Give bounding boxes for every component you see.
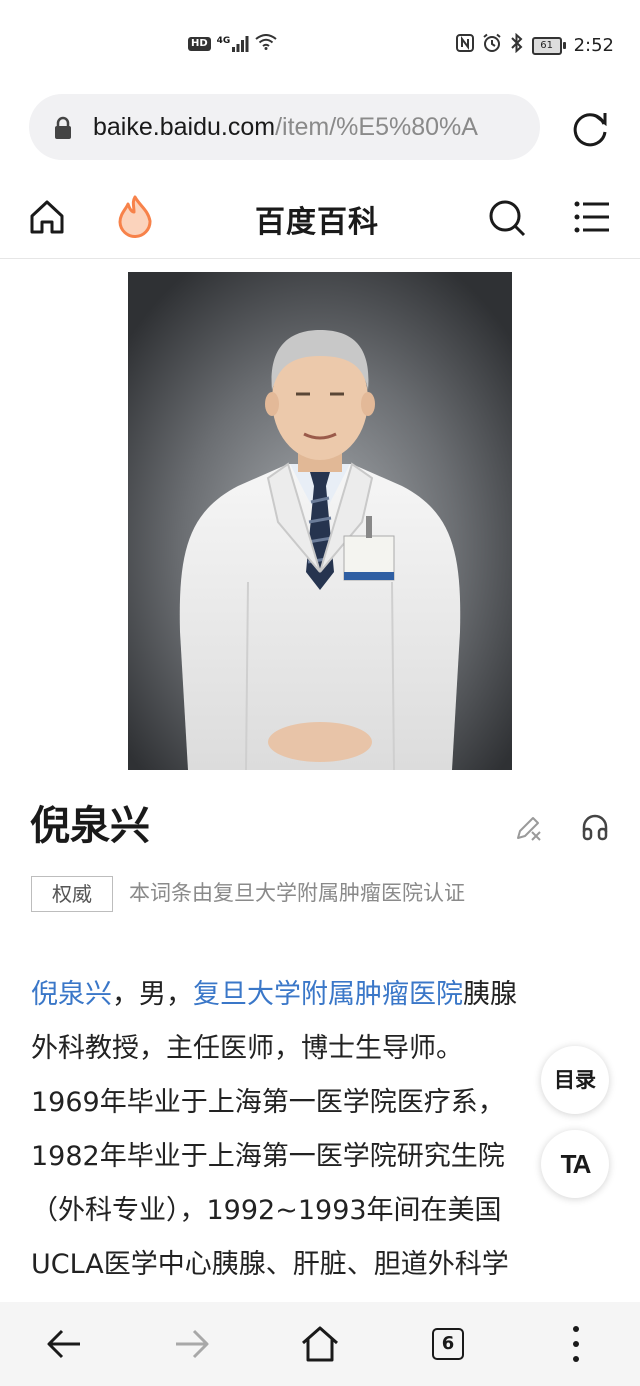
summary-line-5: （外科专业），1992~1993年间在美国 (31, 1195, 502, 1226)
bluetooth-icon (510, 32, 524, 58)
headphones-icon[interactable] (580, 812, 610, 846)
home-icon[interactable] (296, 1320, 344, 1368)
back-arrow-icon[interactable] (40, 1320, 88, 1368)
summary-line-2: 外科教授，主任医师，博士生导师。 (31, 1033, 463, 1064)
status-left: HD 4G (188, 34, 277, 54)
hd-icon: HD (188, 37, 211, 51)
ta-button[interactable]: TA (541, 1130, 609, 1198)
summary-line-1: 倪泉兴，男，复旦大学附属肿瘤医院胰腺 (31, 968, 611, 1022)
status-right: 61 2:52 (455, 32, 614, 58)
entry-title: 倪泉兴 (30, 803, 150, 849)
clock: 2:52 (573, 35, 614, 56)
lock-icon (53, 116, 73, 144)
authority-text: 本词条由复旦大学附属肿瘤医院认证 (129, 881, 465, 905)
url-text[interactable]: baike.baidu.com/item/%E5%80%A (93, 110, 533, 144)
menu-icon[interactable] (574, 200, 610, 238)
portrait-image[interactable] (128, 272, 512, 770)
alarm-icon (482, 33, 502, 58)
site-title[interactable]: 百度百科 (0, 197, 634, 241)
authority-badge[interactable]: 权威 (31, 876, 113, 912)
more-icon[interactable] (552, 1320, 600, 1368)
address-bar[interactable]: baike.baidu.com/item/%E5%80%A (29, 94, 540, 160)
signal-icon: 4G (217, 36, 250, 52)
entry-summary: 倪泉兴，男，复旦大学附属肿瘤医院胰腺 外科教授，主任医师，博士生导师。 1969… (31, 968, 611, 1292)
summary-line-3: 1969年毕业于上海第一医学院医疗系， (31, 1087, 505, 1118)
battery-level: 61 (531, 36, 562, 55)
tab-count: 6 (432, 1328, 464, 1360)
reload-icon[interactable] (566, 104, 614, 152)
wifi-icon (255, 34, 277, 54)
summary-line-4: 1982年毕业于上海第一医学院研究生院 (31, 1141, 505, 1172)
name-link[interactable]: 倪泉兴 (31, 979, 112, 1010)
battery-icon: 61 (531, 36, 566, 55)
gender-text: ，男， (112, 979, 193, 1010)
network-type: 4G (216, 36, 231, 46)
url-path: /item/%E5%80%A (275, 113, 478, 141)
summary-line-6: UCLA医学中心胰腺、肝脏、胆道外科学 (31, 1249, 509, 1280)
summary-line-1-tail: 胰腺 (463, 979, 517, 1010)
nfc-icon (455, 34, 474, 57)
toc-button[interactable]: 目录 (541, 1046, 609, 1114)
status-bar: HD 4G 61 2:52 (0, 0, 640, 92)
hospital-link[interactable]: 复旦大学附属肿瘤医院 (193, 979, 463, 1010)
forward-arrow-icon[interactable] (168, 1320, 216, 1368)
tabs-icon[interactable]: 6 (424, 1320, 472, 1368)
search-icon[interactable] (487, 198, 527, 242)
edit-icon[interactable] (514, 812, 544, 846)
bottom-toolbar: 6 (0, 1302, 640, 1386)
url-domain: baike.baidu.com (93, 113, 276, 141)
site-header: 百度百科 (0, 180, 640, 259)
